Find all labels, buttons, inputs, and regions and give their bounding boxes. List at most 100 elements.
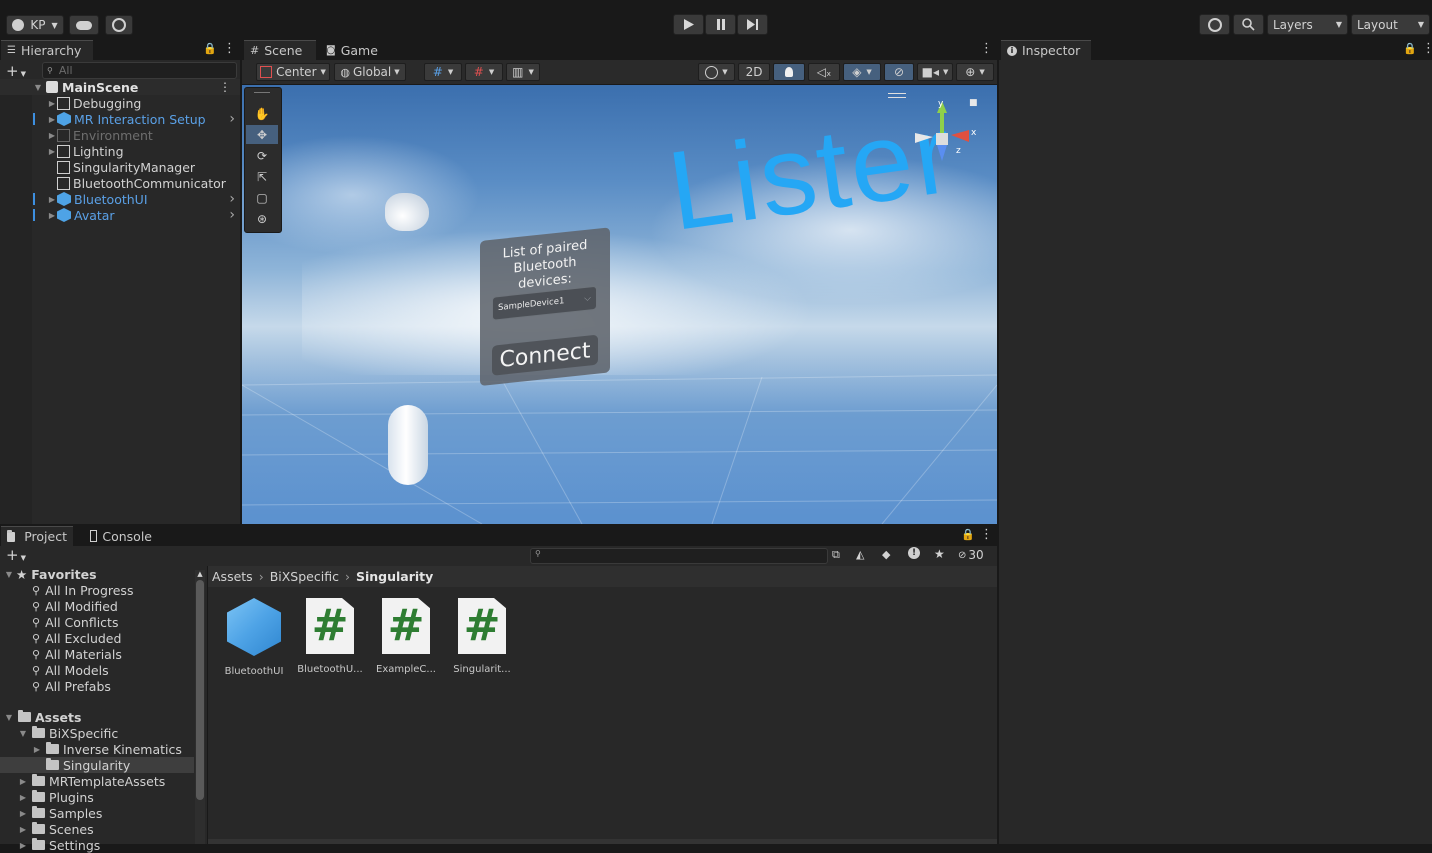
step-button[interactable] (737, 14, 768, 35)
services-button[interactable] (105, 15, 133, 35)
favorites-header[interactable]: ▼ ★ Favorites (4, 566, 97, 582)
expand-arrow-icon[interactable]: ▶ (18, 809, 28, 818)
expand-arrow-icon[interactable]: ▶ (47, 99, 57, 108)
breadcrumb-item[interactable]: BiXSpecific (270, 569, 339, 584)
layers-dropdown[interactable]: Layers ▼ (1267, 14, 1348, 35)
history-button[interactable] (1199, 14, 1230, 35)
hand-tool[interactable]: ✋ (246, 104, 278, 123)
hierarchy-item[interactable]: SingularityManager (0, 159, 240, 175)
hierarchy-item[interactable]: ▶ Lighting (0, 143, 240, 159)
space-dropdown[interactable]: ◍ Global ▼ (334, 63, 406, 81)
label-icon[interactable]: ◆ (882, 548, 890, 561)
asset-item[interactable]: # Singularit... (445, 598, 519, 675)
transform-tool[interactable]: ⊛ (246, 209, 278, 228)
layout-dropdown[interactable]: Layout ▼ (1351, 14, 1430, 35)
tab-hierarchy[interactable]: ☰ Hierarchy (1, 40, 93, 60)
scene-visibility-toggle[interactable]: ⊘ (884, 63, 914, 81)
assets-header[interactable]: ▼ Assets (4, 709, 82, 725)
star-icon[interactable]: ★ (934, 547, 945, 561)
tool-palette-handle[interactable] (254, 92, 270, 96)
chevron-right-icon[interactable]: › (229, 111, 235, 127)
increment-snap-button[interactable]: # ▼ (465, 63, 503, 81)
draw-mode-button[interactable]: ▼ (698, 63, 735, 81)
favorite-item[interactable]: ⚲ All Models (32, 662, 109, 678)
tab-project[interactable]: Project (1, 526, 73, 546)
hierarchy-item[interactable]: ▶ Debugging (0, 95, 240, 111)
play-button[interactable] (673, 14, 704, 35)
hierarchy-search-field[interactable]: ⚲ All (42, 62, 237, 79)
project-search-field[interactable]: ⚲ (530, 548, 828, 564)
camera-button[interactable]: ■◂ ▼ (917, 63, 953, 81)
expand-arrow-icon[interactable]: ▶ (47, 131, 57, 140)
move-tool[interactable]: ✥ (246, 125, 278, 144)
folder-item[interactable]: ▶ Plugins (18, 789, 94, 805)
filter-type-icon[interactable]: ◭ (856, 548, 864, 561)
hierarchy-item[interactable]: ▶ Avatar › (0, 207, 240, 223)
breadcrumb-item[interactable]: Singularity (356, 569, 433, 584)
tab-game[interactable]: ◙ Game (320, 40, 390, 60)
favorite-item[interactable]: ⚲ All Excluded (32, 630, 121, 646)
hand-model[interactable] (385, 193, 429, 231)
mode-2d-button[interactable]: 2D (738, 63, 770, 81)
grid-visibility-button[interactable]: ▥ ▼ (506, 63, 540, 81)
audio-toggle[interactable]: ◁ₓ (808, 63, 840, 81)
avatar-capsule[interactable] (388, 405, 428, 485)
lock-icon[interactable]: 🔒 (961, 528, 975, 541)
more-icon[interactable]: ⋮ (223, 41, 236, 56)
expand-arrow-icon[interactable]: ▼ (4, 713, 14, 722)
breadcrumb-item[interactable]: Assets (212, 569, 253, 584)
folder-item[interactable]: ▶ Samples (18, 805, 102, 821)
expand-arrow-icon[interactable]: ▶ (18, 793, 28, 802)
hierarchy-item[interactable]: BluetoothCommunicator (0, 175, 240, 191)
expand-arrow-icon[interactable]: ▶ (18, 841, 28, 850)
favorite-item[interactable]: ⚲ All Conflicts (32, 614, 118, 630)
folder-item[interactable]: ▶ Inverse Kinematics (32, 741, 182, 757)
pivot-dropdown[interactable]: Center ▼ (256, 63, 330, 81)
lighting-toggle[interactable] (773, 63, 805, 81)
expand-arrow-icon[interactable]: ▼ (33, 83, 43, 92)
hierarchy-item[interactable]: ▶ BluetoothUI › (0, 191, 240, 207)
more-icon[interactable]: ⋮ (1422, 41, 1432, 56)
chevron-right-icon[interactable]: › (229, 207, 235, 223)
rotate-tool[interactable]: ⟳ (246, 146, 278, 165)
rect-tool[interactable]: ▢ (246, 188, 278, 207)
tab-scene[interactable]: # Scene (244, 40, 316, 60)
effects-toggle[interactable]: ◈ ▼ (843, 63, 881, 81)
favorite-item[interactable]: ⚲ All Modified (32, 598, 118, 614)
bluetooth-ui-panel[interactable]: List of paired Bluetooth devices: Sample… (480, 227, 610, 386)
pause-button[interactable] (705, 14, 736, 35)
more-icon[interactable]: ⋮ (980, 527, 993, 542)
lock-icon[interactable]: 🔒 (203, 42, 217, 55)
asset-item[interactable]: # ExampleC... (369, 598, 443, 675)
tree-scrollbar[interactable]: ▲ (195, 570, 205, 844)
chevron-right-icon[interactable]: › (229, 191, 235, 207)
expand-arrow-icon[interactable]: ▶ (18, 825, 28, 834)
hidden-packages-toggle[interactable]: ⊘ 30 (958, 548, 984, 562)
cloud-button[interactable] (69, 15, 99, 35)
favorite-item[interactable]: ⚲ All In Progress (32, 582, 133, 598)
search-type-icon[interactable]: ⧉ (832, 548, 840, 562)
expand-arrow-icon[interactable]: ▶ (47, 195, 57, 204)
scroll-up-icon[interactable]: ▲ (195, 570, 205, 578)
asset-item[interactable]: # BluetoothU... (293, 598, 367, 675)
expand-arrow-icon[interactable]: ▶ (47, 115, 57, 124)
favorite-item[interactable]: ⚲ All Materials (32, 646, 122, 662)
scale-tool[interactable]: ⇱ (246, 167, 278, 186)
scrollbar-thumb[interactable] (196, 580, 204, 800)
scene-viewport[interactable]: Lister List of paired Bluetooth devices:… (242, 85, 997, 524)
warning-icon[interactable]: ! (908, 547, 920, 559)
more-icon[interactable]: ⋮ (980, 41, 993, 56)
more-icon[interactable]: ⋮ (219, 80, 231, 94)
folder-item[interactable]: Singularity (32, 757, 130, 773)
hierarchy-item[interactable]: ▶ Environment (0, 127, 240, 143)
expand-arrow-icon[interactable]: ▶ (32, 745, 42, 754)
account-button[interactable]: KP ▼ (6, 15, 64, 35)
gizmos-button[interactable]: ⊕ ▼ (956, 63, 994, 81)
create-button[interactable]: + ▼ (6, 546, 26, 564)
asset-item[interactable]: BluetoothUI (217, 598, 291, 677)
connect-button[interactable]: Connect (492, 334, 598, 376)
folder-item[interactable]: ▶ MRTemplateAssets (18, 773, 165, 789)
hierarchy-item[interactable]: ▶ MR Interaction Setup › (0, 111, 240, 127)
folder-item[interactable]: ▼ BiXSpecific (18, 725, 118, 741)
favorite-item[interactable]: ⚲ All Prefabs (32, 678, 111, 694)
